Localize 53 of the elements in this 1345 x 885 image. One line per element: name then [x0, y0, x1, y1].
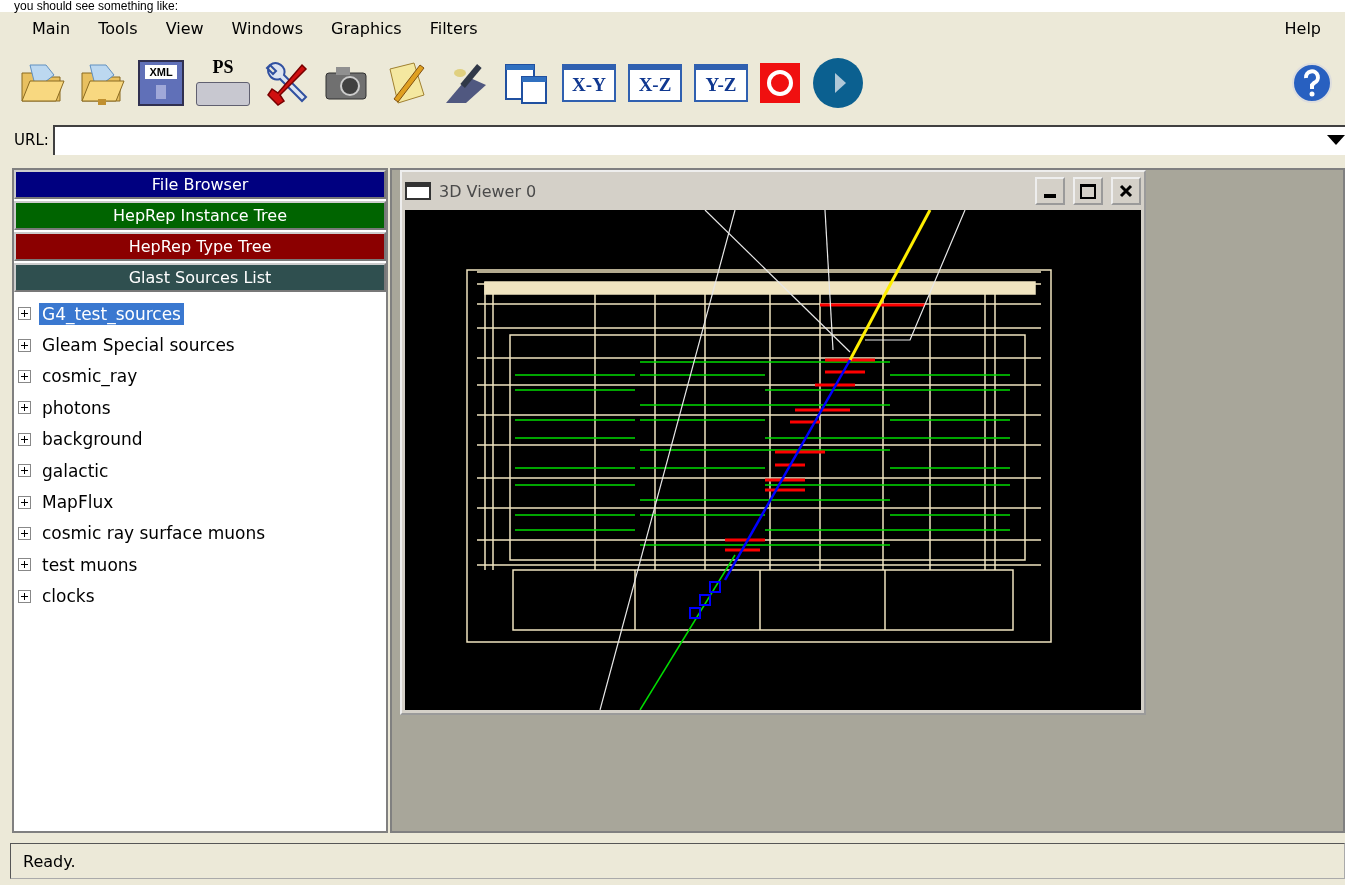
tree-item[interactable]: galactic [39, 459, 112, 482]
panel-button[interactable]: HepRep Type Tree [14, 232, 386, 261]
expand-icon[interactable] [18, 526, 31, 540]
tree-item[interactable]: cosmic ray surface muons [39, 522, 269, 545]
help-icon [1291, 62, 1333, 104]
tree-item[interactable]: photons [39, 396, 114, 419]
panel-button[interactable]: Glast Sources List [14, 263, 386, 292]
view-button[interactable]: Y-Z [692, 62, 750, 104]
status-bar: Ready. [10, 843, 1345, 879]
dropdown-arrow-icon[interactable] [1327, 135, 1345, 145]
view-button[interactable]: X-Y [560, 62, 618, 104]
expand-icon[interactable] [18, 369, 31, 383]
expand-icon[interactable] [18, 464, 31, 478]
menu-item[interactable]: Graphics [317, 18, 416, 38]
expand-icon[interactable] [18, 432, 31, 446]
play-icon [812, 57, 864, 109]
tree-item[interactable]: test muons [39, 553, 141, 576]
view-button[interactable]: X-Z [626, 62, 684, 104]
expand-icon[interactable] [18, 589, 31, 603]
panel-button[interactable]: File Browser [14, 170, 386, 199]
stop-button[interactable] [758, 61, 802, 105]
tree-item[interactable]: background [39, 428, 146, 451]
url-field[interactable] [52, 125, 1345, 155]
window-title: 3D Viewer 0 [439, 181, 537, 201]
caption-text: you should see something like: [0, 0, 1345, 12]
menu-item[interactable]: Main [18, 18, 85, 38]
menu-item[interactable]: Help [1270, 18, 1335, 38]
close-icon [1119, 184, 1133, 198]
menu-item[interactable]: View [151, 18, 218, 38]
minimize-button[interactable] [1035, 177, 1065, 205]
floppy-button[interactable]: XML [136, 58, 186, 108]
tree-item[interactable]: clocks [39, 585, 98, 608]
menu-item[interactable]: Tools [84, 18, 152, 38]
menu-item[interactable]: Windows [217, 18, 317, 38]
play-button[interactable] [810, 55, 866, 111]
expand-icon[interactable] [18, 495, 31, 509]
tree-item[interactable]: MapFlux [39, 491, 117, 514]
url-label: URL: [14, 131, 49, 149]
menu-item[interactable]: Filters [415, 18, 492, 38]
tree-item[interactable]: G4_test_sources [39, 302, 184, 325]
panel-button[interactable]: HepRep Instance Tree [14, 201, 386, 230]
maximize-button[interactable] [1073, 177, 1103, 205]
expand-icon[interactable] [18, 338, 31, 352]
expand-icon[interactable] [18, 558, 31, 572]
expand-icon[interactable] [18, 307, 31, 321]
tree-item[interactable]: cosmic_ray [39, 365, 141, 388]
window-icon [405, 182, 431, 200]
tree-item[interactable]: Gleam Special sources [39, 334, 238, 357]
printer-button[interactable]: PS [194, 56, 252, 110]
close-button[interactable] [1111, 177, 1141, 205]
power-icon [760, 63, 800, 103]
help-button[interactable] [1289, 60, 1335, 106]
expand-icon[interactable] [18, 401, 31, 415]
